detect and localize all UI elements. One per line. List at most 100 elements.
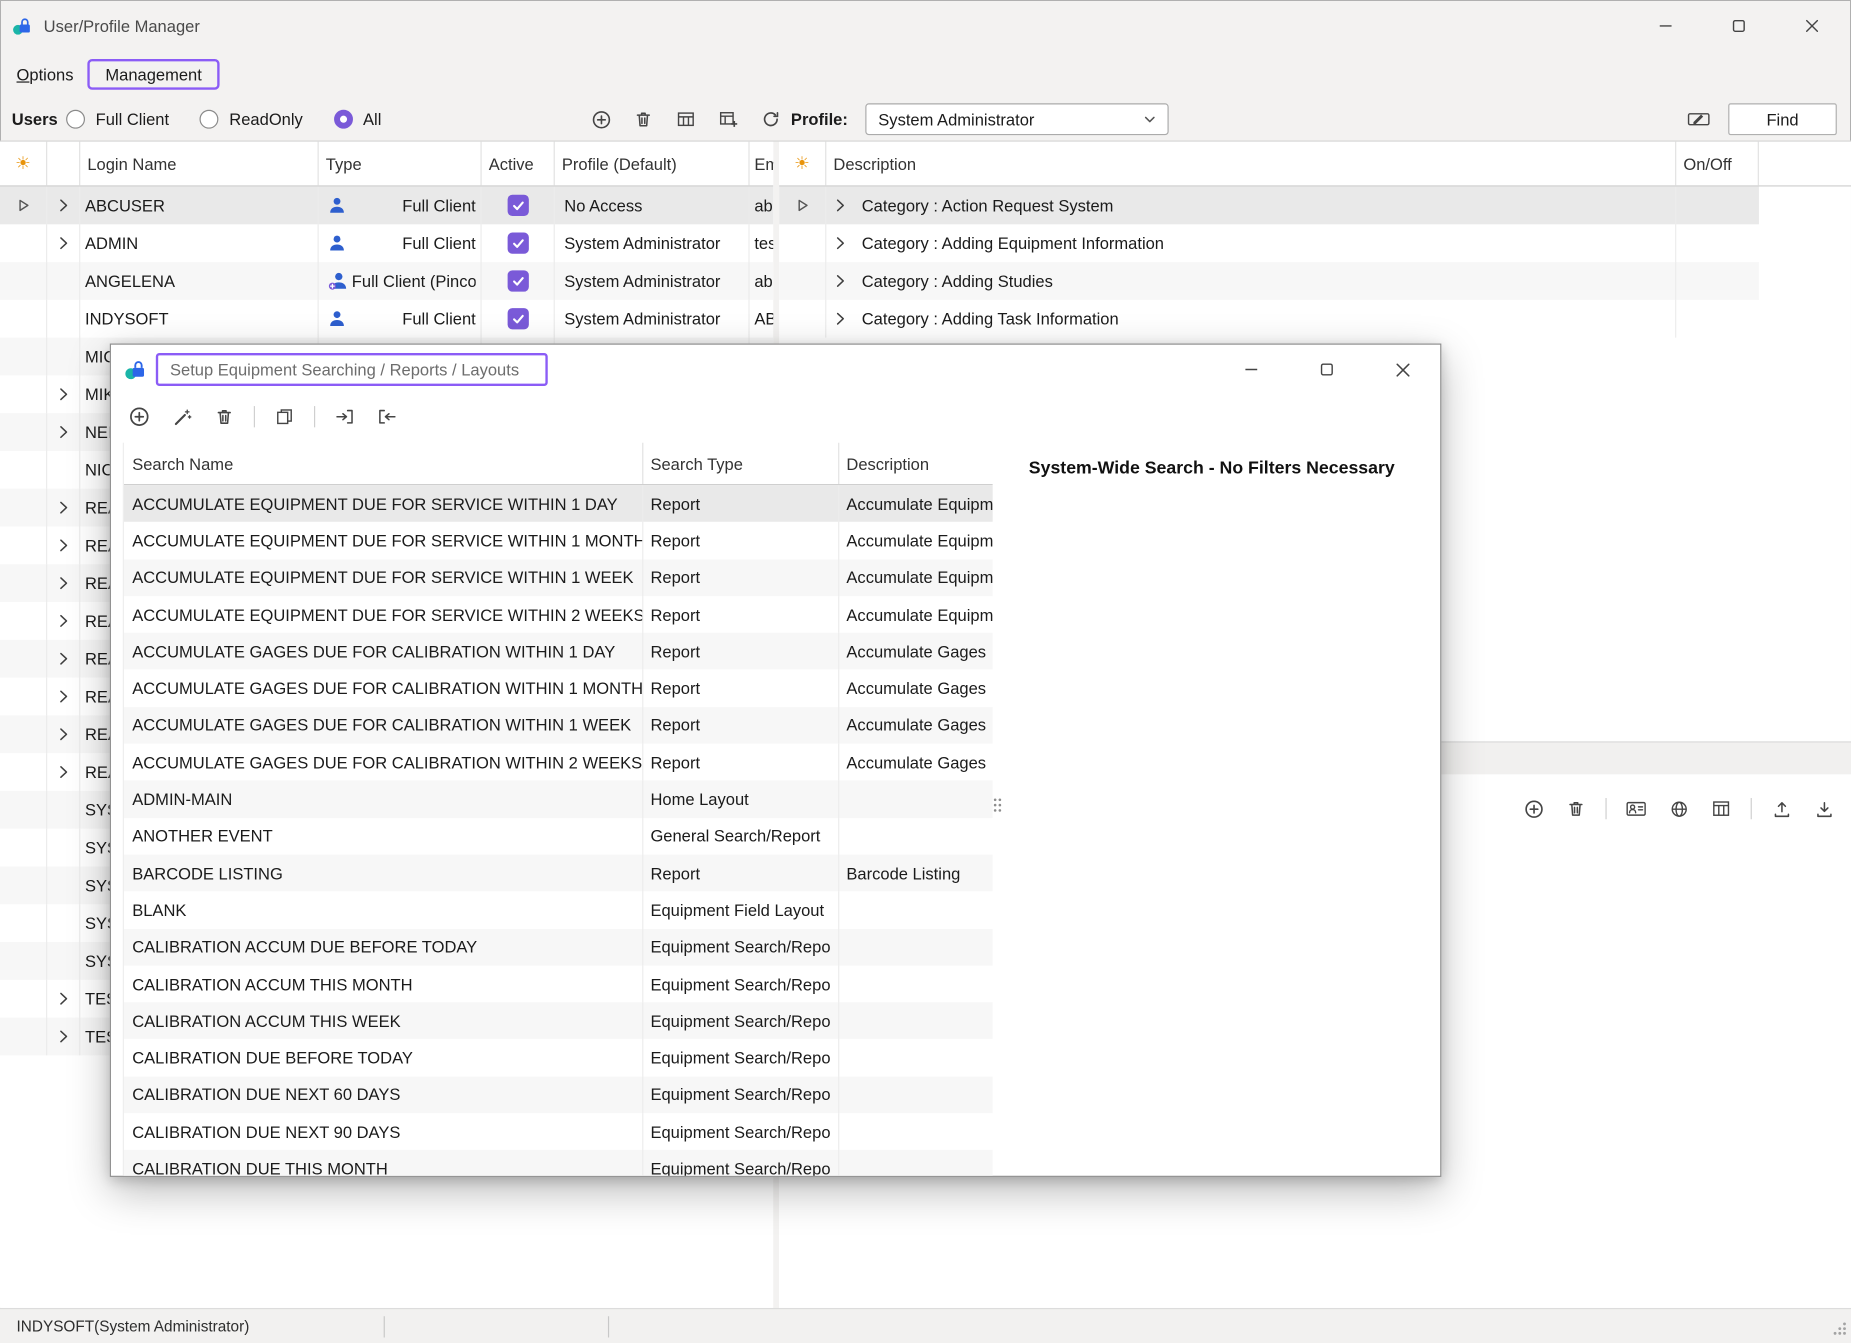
expand-cell[interactable] — [47, 489, 80, 527]
user-row[interactable]: ANGELENA Full Client (Pinco System Admin… — [0, 262, 773, 300]
export-button[interactable] — [1768, 796, 1794, 822]
search-row[interactable]: CALIBRATION DUE NEXT 90 DAYS Equipment S… — [124, 1113, 993, 1150]
dialog-close-button[interactable] — [1365, 345, 1441, 395]
resize-grip[interactable] — [1832, 1321, 1847, 1340]
search-row[interactable]: CALIBRATION ACCUM THIS MONTH Equipment S… — [124, 965, 993, 1002]
expand-cell[interactable] — [47, 904, 80, 942]
search-row[interactable]: CALIBRATION DUE NEXT 60 DAYS Equipment S… — [124, 1076, 993, 1113]
search-row[interactable]: BARCODE LISTING Report Barcode Listing — [124, 855, 993, 892]
import-button[interactable] — [1811, 796, 1837, 822]
expand-cell[interactable] — [47, 829, 80, 867]
copy-layout-button[interactable] — [272, 404, 298, 430]
import-layout-button[interactable] — [332, 404, 358, 430]
profile-default-column-header[interactable]: Profile (Default) — [555, 142, 750, 186]
expand-cell[interactable] — [47, 1018, 80, 1056]
search-row[interactable]: ACCUMULATE EQUIPMENT DUE FOR SERVICE WIT… — [124, 522, 993, 559]
maximize-button[interactable] — [1702, 0, 1775, 52]
search-row[interactable]: CALIBRATION ACCUM DUE BEFORE TODAY Equip… — [124, 929, 993, 966]
find-button[interactable]: Find — [1728, 103, 1837, 135]
profile-select[interactable]: System Administrator — [865, 103, 1168, 135]
search-row[interactable]: ACCUMULATE GAGES DUE FOR CALIBRATION WIT… — [124, 633, 993, 670]
grid-add-button[interactable] — [715, 106, 741, 132]
search-row[interactable]: CALIBRATION ACCUM THIS WEEK Equipment Se… — [124, 1002, 993, 1039]
expand-cell[interactable] — [47, 413, 80, 451]
chevron-right-icon[interactable] — [836, 236, 845, 250]
delete-user-button[interactable] — [630, 106, 656, 132]
delete-item-button[interactable] — [1563, 796, 1589, 822]
active-column-header[interactable]: Active — [482, 142, 555, 186]
search-row[interactable]: CALIBRATION DUE BEFORE TODAY Equipment S… — [124, 1039, 993, 1076]
expand-cell[interactable] — [47, 338, 80, 376]
refresh-button[interactable] — [758, 106, 784, 132]
column-chooser-header[interactable]: ☀ — [779, 142, 826, 186]
active-checkbox[interactable] — [507, 270, 528, 291]
chevron-right-icon[interactable] — [836, 312, 845, 326]
active-checkbox[interactable] — [507, 308, 528, 329]
description-column-header[interactable]: Description — [826, 142, 1676, 186]
delete-search-button[interactable] — [211, 404, 237, 430]
expand-cell[interactable] — [47, 942, 80, 980]
edit-card-icon[interactable] — [1686, 106, 1712, 132]
user-row[interactable]: ABCUSER Full Client No Access ab — [0, 187, 773, 225]
search-row[interactable]: ANOTHER EVENT General Search/Report — [124, 818, 993, 855]
chevron-right-icon[interactable] — [836, 274, 845, 288]
user-filter-radio[interactable]: All — [334, 110, 382, 129]
onoff-column-header[interactable]: On/Off — [1676, 142, 1759, 186]
search-row[interactable]: ACCUMULATE EQUIPMENT DUE FOR SERVICE WIT… — [124, 559, 993, 596]
description-column-header[interactable]: Description — [839, 443, 992, 484]
login-name-column-header[interactable]: Login Name — [80, 142, 318, 186]
search-row[interactable]: ACCUMULATE GAGES DUE FOR CALIBRATION WIT… — [124, 707, 993, 744]
dialog-minimize-button[interactable] — [1214, 345, 1290, 395]
search-row[interactable]: ACCUMULATE GAGES DUE FOR CALIBRATION WIT… — [124, 744, 993, 781]
splitter-drag-handle[interactable] — [993, 797, 1002, 817]
expand-cell[interactable] — [47, 187, 80, 225]
globe-button[interactable] — [1666, 796, 1692, 822]
minimize-button[interactable] — [1629, 0, 1702, 52]
close-button[interactable] — [1775, 0, 1848, 52]
grid-view-button[interactable] — [673, 106, 699, 132]
search-row[interactable]: ACCUMULATE EQUIPMENT DUE FOR SERVICE WIT… — [124, 596, 993, 633]
menu-item-options[interactable]: Options — [12, 60, 78, 88]
add-search-button[interactable] — [126, 404, 152, 430]
table-columns-button[interactable] — [1708, 796, 1734, 822]
expand-cell[interactable] — [47, 866, 80, 904]
expand-cell[interactable] — [47, 753, 80, 791]
category-row[interactable]: Category : Adding Equipment Information — [779, 224, 1759, 262]
menu-item-management[interactable]: Management — [88, 59, 220, 90]
expand-cell[interactable] — [47, 678, 80, 716]
add-item-button[interactable] — [1520, 796, 1546, 822]
search-row[interactable]: ACCUMULATE EQUIPMENT DUE FOR SERVICE WIT… — [124, 485, 993, 522]
email-column-header[interactable]: Em — [750, 142, 774, 186]
user-card-button[interactable] — [1623, 796, 1649, 822]
expand-cell[interactable] — [47, 262, 80, 300]
search-type-column-header[interactable]: Search Type — [643, 443, 839, 484]
category-row[interactable]: Category : Action Request System — [779, 187, 1759, 225]
expand-cell[interactable] — [47, 526, 80, 564]
add-user-button[interactable] — [588, 106, 614, 132]
dialog-maximize-button[interactable] — [1289, 345, 1365, 395]
expand-cell[interactable] — [47, 602, 80, 640]
category-row[interactable]: Category : Adding Task Information — [779, 300, 1759, 338]
expand-cell[interactable] — [47, 375, 80, 413]
search-row[interactable]: ACCUMULATE GAGES DUE FOR CALIBRATION WIT… — [124, 670, 993, 707]
active-checkbox[interactable] — [507, 233, 528, 254]
chevron-right-icon[interactable] — [836, 198, 845, 212]
expand-cell[interactable] — [47, 980, 80, 1018]
expand-cell[interactable] — [47, 640, 80, 678]
expand-cell[interactable] — [47, 715, 80, 753]
expand-cell[interactable] — [47, 791, 80, 829]
column-chooser-header[interactable]: ☀ — [0, 142, 47, 186]
type-column-header[interactable]: Type — [319, 142, 482, 186]
active-checkbox[interactable] — [507, 195, 528, 216]
expand-cell[interactable] — [47, 451, 80, 489]
search-row[interactable]: CALIBRATION DUE THIS MONTH Equipment Sea… — [124, 1150, 993, 1176]
search-row[interactable]: ADMIN-MAIN Home Layout — [124, 781, 993, 818]
user-row[interactable]: INDYSOFT Full Client System Administrato… — [0, 300, 773, 338]
search-name-column-header[interactable]: Search Name — [124, 443, 643, 484]
expand-cell[interactable] — [47, 300, 80, 338]
user-filter-radio[interactable]: Full Client — [66, 110, 169, 129]
expand-cell[interactable] — [47, 564, 80, 602]
category-row[interactable]: Category : Adding Studies — [779, 262, 1759, 300]
expand-cell[interactable] — [47, 224, 80, 262]
wizard-wand-button[interactable] — [169, 404, 195, 430]
